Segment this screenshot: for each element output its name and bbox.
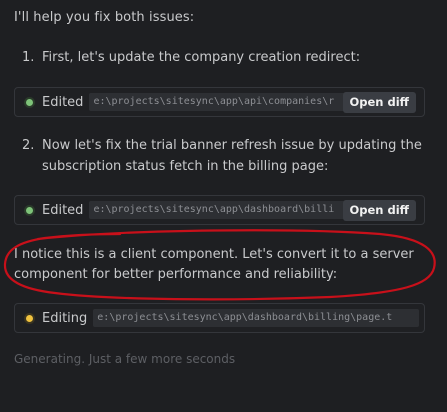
client-component-notice: I notice this is a client component. Let… [14, 247, 414, 282]
editing-status-dot-icon [26, 314, 33, 322]
step-number: 2. [22, 138, 35, 153]
open-diff-button[interactable]: Open diff [342, 92, 416, 113]
edited-status-dot-icon [26, 206, 33, 214]
step-number: 1. [22, 50, 35, 65]
edit-status-label: Edited [42, 94, 84, 110]
open-diff-button[interactable]: Open diff [342, 200, 416, 221]
file-path[interactable]: e:\projects\sitesync\app\dashboard\billi… [93, 309, 420, 327]
step-2: 2. Now let's fix the trial banner refres… [22, 135, 422, 177]
generating-status: Generating. Just a few more seconds [14, 352, 236, 366]
edit-card-in-progress: Editing e:\projects\sitesync\app\dashboa… [14, 303, 425, 333]
edited-status-dot-icon [26, 98, 33, 106]
step-1: 1. First, let's update the company creat… [22, 47, 422, 68]
edit-status-label: Editing [42, 310, 88, 326]
step-text: Now let's fix the trial banner refresh i… [42, 138, 422, 174]
file-path[interactable]: e:\projects\sitesync\app\api\companies\r [89, 93, 358, 111]
edit-status-label: Edited [42, 202, 84, 218]
chat-response-panel: I'll help you fix both issues: 1. First,… [0, 0, 447, 412]
step-text: First, let's update the company creation… [42, 50, 361, 65]
edit-card-billing: Edited e:\projects\sitesync\app\dashboar… [14, 195, 425, 225]
intro-text: I'll help you fix both issues: [14, 10, 195, 25]
edit-card-companies: Edited e:\projects\sitesync\app\api\comp… [14, 87, 425, 117]
file-path[interactable]: e:\projects\sitesync\app\dashboard\billi [89, 201, 358, 219]
